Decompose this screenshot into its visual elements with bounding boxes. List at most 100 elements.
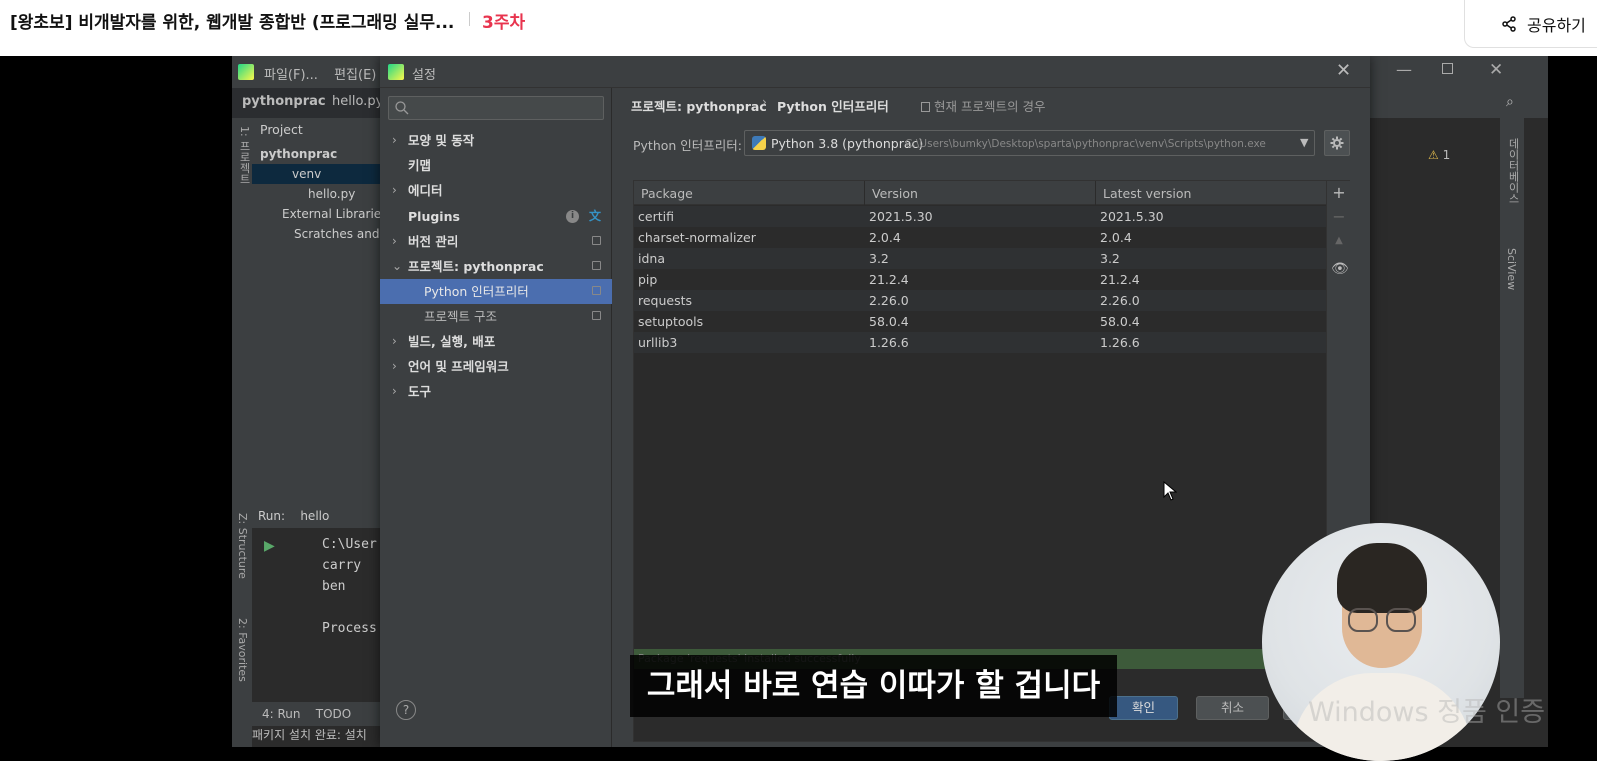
ide-right-toolbar: 데이터베이스 SciView	[1500, 118, 1524, 698]
column-package[interactable]: Package	[641, 186, 693, 201]
nav-keymap[interactable]: 키맵	[380, 153, 612, 178]
nav-editor[interactable]: › 에디터	[380, 178, 612, 203]
expand-arrow-icon: ›	[392, 234, 397, 248]
version-cell: 2021.5.30	[869, 209, 933, 224]
run-tab-hello[interactable]: hello	[300, 509, 329, 523]
expand-arrow-icon: ›	[392, 183, 397, 197]
column-divider	[1095, 181, 1096, 205]
settings-search-input[interactable]	[388, 96, 604, 120]
run-output-line: carry	[322, 558, 362, 573]
tool-window-project[interactable]: 1: 프로젝트	[236, 126, 252, 184]
column-latest-version[interactable]: Latest version	[1103, 186, 1191, 201]
nav-appearance[interactable]: › 모양 및 동작	[380, 128, 612, 153]
share-button[interactable]: 공유하기	[1464, 0, 1597, 48]
run-output: C:\User carry ben Process	[322, 534, 377, 639]
cancel-button[interactable]: 취소	[1196, 696, 1269, 720]
search-everywhere-icon[interactable]: ⌕	[1506, 94, 1514, 110]
translate-icon: 文	[589, 209, 602, 223]
nav-project[interactable]: ⌄ 프로젝트: pythonprac	[380, 254, 612, 279]
tool-window-database[interactable]: 데이터베이스	[1505, 138, 1521, 204]
share-icon	[1502, 15, 1516, 32]
table-row[interactable]: urllib3 1.26.6 1.26.6	[634, 332, 1326, 353]
window-close-icon[interactable]: ✕	[1489, 60, 1503, 80]
project-scope-icon	[592, 286, 601, 295]
version-cell: 21.2.4	[869, 272, 909, 287]
remove-package-icon[interactable]: −	[1331, 209, 1347, 225]
run-output-line: ben	[322, 579, 346, 594]
course-title[interactable]: [왕초보] 비개발자를 위한, 웹개발 종합반 (프로그래밍 실무...	[10, 8, 454, 33]
package-name-cell: pip	[638, 272, 658, 287]
nav-build-execution[interactable]: › 빌드, 실행, 배포	[380, 329, 612, 354]
nav-project-structure[interactable]: 프로젝트 구조	[380, 304, 612, 329]
nav-tools[interactable]: › 도구	[380, 379, 612, 404]
project-tab[interactable]: Project	[260, 122, 303, 137]
table-row[interactable]: pip 21.2.4 21.2.4	[634, 269, 1326, 290]
expand-arrow-icon: ›	[392, 334, 397, 348]
show-early-releases-icon[interactable]: 👁	[1331, 261, 1349, 277]
run-output-line	[322, 597, 377, 618]
table-row[interactable]: setuptools 58.0.4 58.0.4	[634, 311, 1326, 332]
run-output-line: Process	[322, 621, 377, 636]
nav-languages-frameworks[interactable]: › 언어 및 프레임워크	[380, 354, 612, 379]
nav-python-interpreter[interactable]: Python 인터프리터	[380, 279, 612, 304]
nav-label: 도구	[408, 384, 432, 399]
run-play-icon[interactable]: ▶	[264, 538, 275, 554]
menu-file[interactable]: 파일(F)...	[264, 68, 318, 83]
menu-edit[interactable]: 편집(E)	[334, 68, 376, 83]
breadcrumb-project: 프로젝트: pythonprac	[631, 99, 767, 114]
collapse-arrow-icon: ⌄	[392, 259, 403, 273]
table-row[interactable]: charset-normalizer 2.0.4 2.0.4	[634, 227, 1326, 248]
info-icon: i	[566, 210, 579, 223]
package-name-cell: certifi	[638, 209, 674, 224]
warning-icon[interactable]: ⚠ 1	[1428, 148, 1450, 162]
share-label: 공유하기	[1527, 15, 1586, 35]
tool-window-structure[interactable]: Z: Structure	[236, 513, 249, 579]
package-name-cell: urllib3	[638, 335, 678, 350]
dialog-titlebar: 설정 ✕	[380, 56, 1370, 88]
breadcrumb-separator: ›	[762, 95, 767, 109]
nav-version-control[interactable]: › 버전 관리	[380, 229, 612, 254]
dialog-close-icon[interactable]: ✕	[1336, 60, 1351, 81]
scope-note: 현재 프로젝트의 경우	[921, 96, 1045, 115]
minimize-icon[interactable]: —	[1396, 60, 1412, 79]
latest-version-cell: 1.26.6	[1100, 335, 1140, 350]
interpreter-path: C:\Users\bumky\Desktop\sparta\pythonprac…	[905, 138, 1266, 150]
ide-breadcrumb-file[interactable]: hello.py	[332, 94, 383, 109]
column-version[interactable]: Version	[872, 186, 918, 201]
help-button[interactable]: ?	[396, 700, 416, 720]
chevron-down-icon: ▼	[1300, 136, 1309, 149]
editor-toolbar: ⌕	[1362, 88, 1548, 118]
table-header: Package Version Latest version	[634, 181, 1326, 205]
nav-plugins[interactable]: Plugins i 文	[380, 204, 612, 229]
nav-label: 에디터	[408, 183, 443, 198]
bottom-tab-todo[interactable]: TODO	[316, 707, 351, 721]
table-row[interactable]: idna 3.2 3.2	[634, 248, 1326, 269]
instructor-hair	[1337, 543, 1427, 613]
table-row[interactable]: requests 2.26.0 2.26.0	[634, 290, 1326, 311]
nav-label: 프로젝트: pythonprac	[408, 259, 544, 274]
project-scope-icon	[921, 102, 930, 112]
project-scope-icon	[592, 236, 601, 245]
tool-window-favorites[interactable]: 2: Favorites	[236, 618, 249, 682]
table-row[interactable]: certifi 2021.5.30 2021.5.30	[634, 206, 1326, 227]
settings-dialog: 설정 ✕ › 모양 및 동작 키맵 › 에디터 Plugins i 文 › 버전…	[380, 56, 1370, 747]
title-divider	[469, 12, 470, 26]
ok-button[interactable]: 확인	[1109, 696, 1178, 720]
interpreter-settings-button[interactable]	[1324, 130, 1350, 156]
project-scope-icon	[592, 261, 601, 270]
latest-version-cell: 2.0.4	[1100, 230, 1132, 245]
add-package-icon[interactable]: +	[1331, 185, 1347, 201]
interpreter-select[interactable]: Python 3.8 (pythonprac) C:\Users\bumky\D…	[744, 130, 1315, 156]
nav-label: 모양 및 동작	[408, 133, 475, 148]
upgrade-package-icon[interactable]: ▲	[1331, 233, 1347, 249]
maximize-icon[interactable]	[1442, 63, 1453, 74]
search-icon	[395, 101, 409, 115]
ide-breadcrumb-project[interactable]: pythonprac	[242, 94, 326, 109]
tool-window-sciview[interactable]: SciView	[1505, 248, 1518, 290]
package-name-cell: setuptools	[638, 314, 704, 329]
interpreter-name: Python 3.8 (pythonprac)	[771, 136, 924, 151]
ide-left-toolbar: 1: 프로젝트 Z: Structure 2: Favorites	[232, 118, 252, 747]
nav-label: 버전 관리	[408, 234, 459, 249]
bottom-tab-run[interactable]: 4: Run	[262, 707, 301, 721]
project-scope-icon	[592, 311, 601, 320]
